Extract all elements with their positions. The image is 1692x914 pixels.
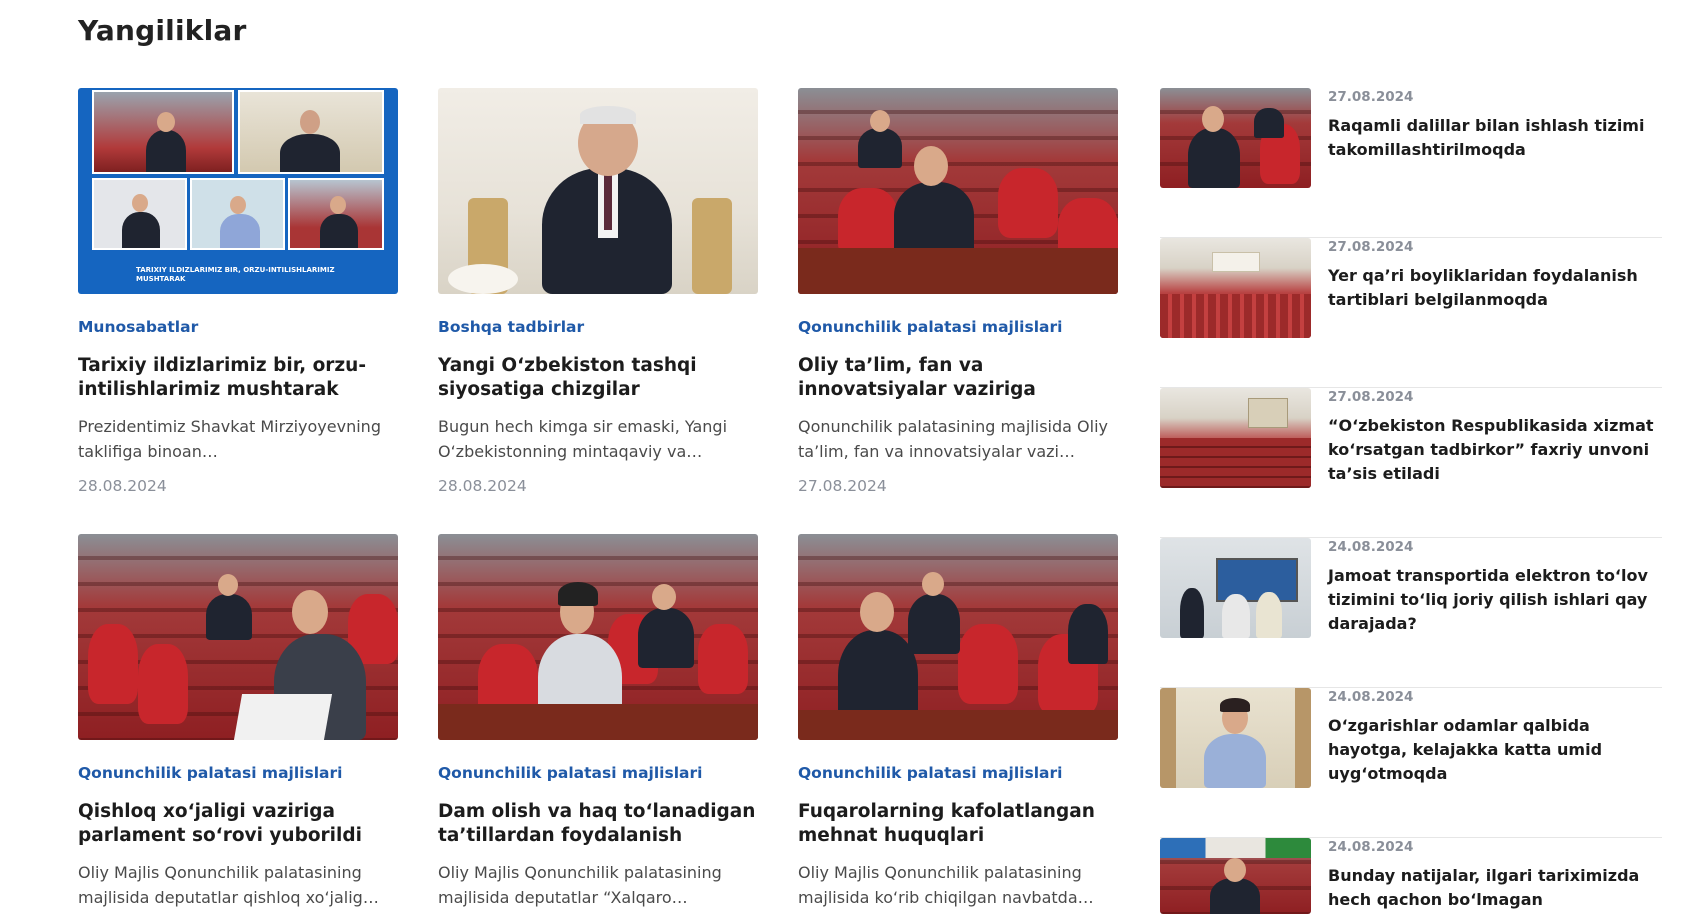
side-news-title[interactable]: “O‘zbekiston Respublikasida xizmat ko‘rs… [1328,414,1662,486]
side-news-title[interactable]: Raqamli dalillar bilan ishlash tizimi ta… [1328,114,1662,162]
news-card-category[interactable]: Munosabatlar [78,318,398,336]
news-card-image[interactable] [798,534,1118,740]
side-news-image[interactable] [1160,538,1311,638]
news-card[interactable]: Qonunchilik palatasi majlislari Qishloq … [78,534,398,910]
news-card-date: 28.08.2024 [438,477,527,495]
side-news-date: 24.08.2024 [1328,839,1414,855]
news-card-excerpt: Qonunchilik palatasining majlisida Oliy … [798,417,1108,461]
news-card-category[interactable]: Qonunchilik palatasi majlislari [798,318,1118,336]
news-card-image[interactable]: TARIXIY ILDIZLARIMIZ BIR, ORZU-INTILISHL… [78,88,398,294]
side-news-date: 24.08.2024 [1328,689,1414,705]
news-card-image[interactable] [438,88,758,294]
side-news-item[interactable]: 24.08.2024 Bunday natijalar, ilgari tari… [1160,838,1662,914]
news-card-image[interactable] [798,88,1118,294]
side-news-item[interactable]: 27.08.2024 Yer qa’ri boyliklaridan foyda… [1160,238,1662,388]
side-news-title[interactable]: Jamoat transportida elektron to‘lov tizi… [1328,564,1662,636]
side-news-date: 24.08.2024 [1328,539,1414,555]
news-card-title[interactable]: Fuqarolarning kafolatlangan mehnat huquq… [798,800,1118,848]
side-news-date: 27.08.2024 [1328,89,1414,105]
news-card-excerpt: Bugun hech kimga sir emaski, Yangi O‘zbe… [438,417,728,461]
news-card-title[interactable]: Yangi O‘zbekiston tashqi siyosatiga chiz… [438,354,758,402]
news-card[interactable]: Qonunchilik palatasi majlislari Oliy ta’… [798,88,1118,495]
news-card-category[interactable]: Boshqa tadbirlar [438,318,758,336]
news-card-title[interactable]: Qishloq xo‘jaligi vaziriga parlament so‘… [78,800,398,848]
side-news-title[interactable]: O‘zgarishlar odamlar qalbida hayotga, ke… [1328,714,1662,786]
news-card[interactable]: Qonunchilik palatasi majlislari Dam olis… [438,534,758,910]
side-news-title[interactable]: Yer qa’ri boyliklaridan foydalanish tart… [1328,264,1662,312]
news-card-title[interactable]: Oliy ta’lim, fan va innovatsiyalar vazir… [798,354,1118,402]
side-news-title[interactable]: Bunday natijalar, ilgari tariximizda hec… [1328,864,1662,912]
news-card-image[interactable] [78,534,398,740]
side-news-item[interactable]: 27.08.2024 “O‘zbekiston Respublikasida x… [1160,388,1662,538]
news-card-category[interactable]: Qonunchilik palatasi majlislari [78,764,398,782]
section-title: Yangiliklar [78,14,247,47]
news-card[interactable]: TARIXIY ILDIZLARIMIZ BIR, ORZU-INTILISHL… [78,88,398,495]
news-card-category[interactable]: Qonunchilik palatasi majlislari [798,764,1118,782]
side-news-image[interactable] [1160,388,1311,488]
side-news-item[interactable]: 24.08.2024 O‘zgarishlar odamlar qalbida … [1160,688,1662,838]
side-news-date: 27.08.2024 [1328,239,1414,255]
news-card[interactable]: Qonunchilik palatasi majlislari Fuqarola… [798,534,1118,910]
side-news-item[interactable]: 27.08.2024 Raqamli dalillar bilan ishlas… [1160,88,1662,238]
news-card-category[interactable]: Qonunchilik palatasi majlislari [438,764,758,782]
news-card-excerpt: Prezidentimiz Shavkat Mirziyoyevning tak… [78,417,381,461]
side-news-image[interactable] [1160,688,1311,788]
side-news-image[interactable] [1160,838,1311,914]
news-card-excerpt: Oliy Majlis Qonunchilik palatasining maj… [798,863,1094,907]
news-card-image[interactable] [438,534,758,740]
news-card-date: 28.08.2024 [78,477,167,495]
side-news-item[interactable]: 24.08.2024 Jamoat transportida elektron … [1160,538,1662,688]
image-banner-text: TARIXIY ILDIZLARIMIZ BIR, ORZU-INTILISHL… [136,266,335,283]
news-page: Yangiliklar TARIXIY ILDIZLARIMIZ BIR, OR… [0,0,1692,914]
news-card[interactable]: Boshqa tadbirlar Yangi O‘zbekiston tashq… [438,88,758,495]
news-card-title[interactable]: Dam olish va haq to‘lanadigan ta’tillard… [438,800,758,848]
side-news-image[interactable] [1160,238,1311,338]
news-card-excerpt: Oliy Majlis Qonunchilik palatasining maj… [438,863,722,907]
news-card-title[interactable]: Tarixiy ildizlarimiz bir, orzu-intilishl… [78,354,398,402]
side-news-image[interactable] [1160,88,1311,188]
side-news-date: 27.08.2024 [1328,389,1414,405]
news-card-date: 27.08.2024 [798,477,887,495]
news-card-excerpt: Oliy Majlis Qonunchilik palatasining maj… [78,863,379,907]
